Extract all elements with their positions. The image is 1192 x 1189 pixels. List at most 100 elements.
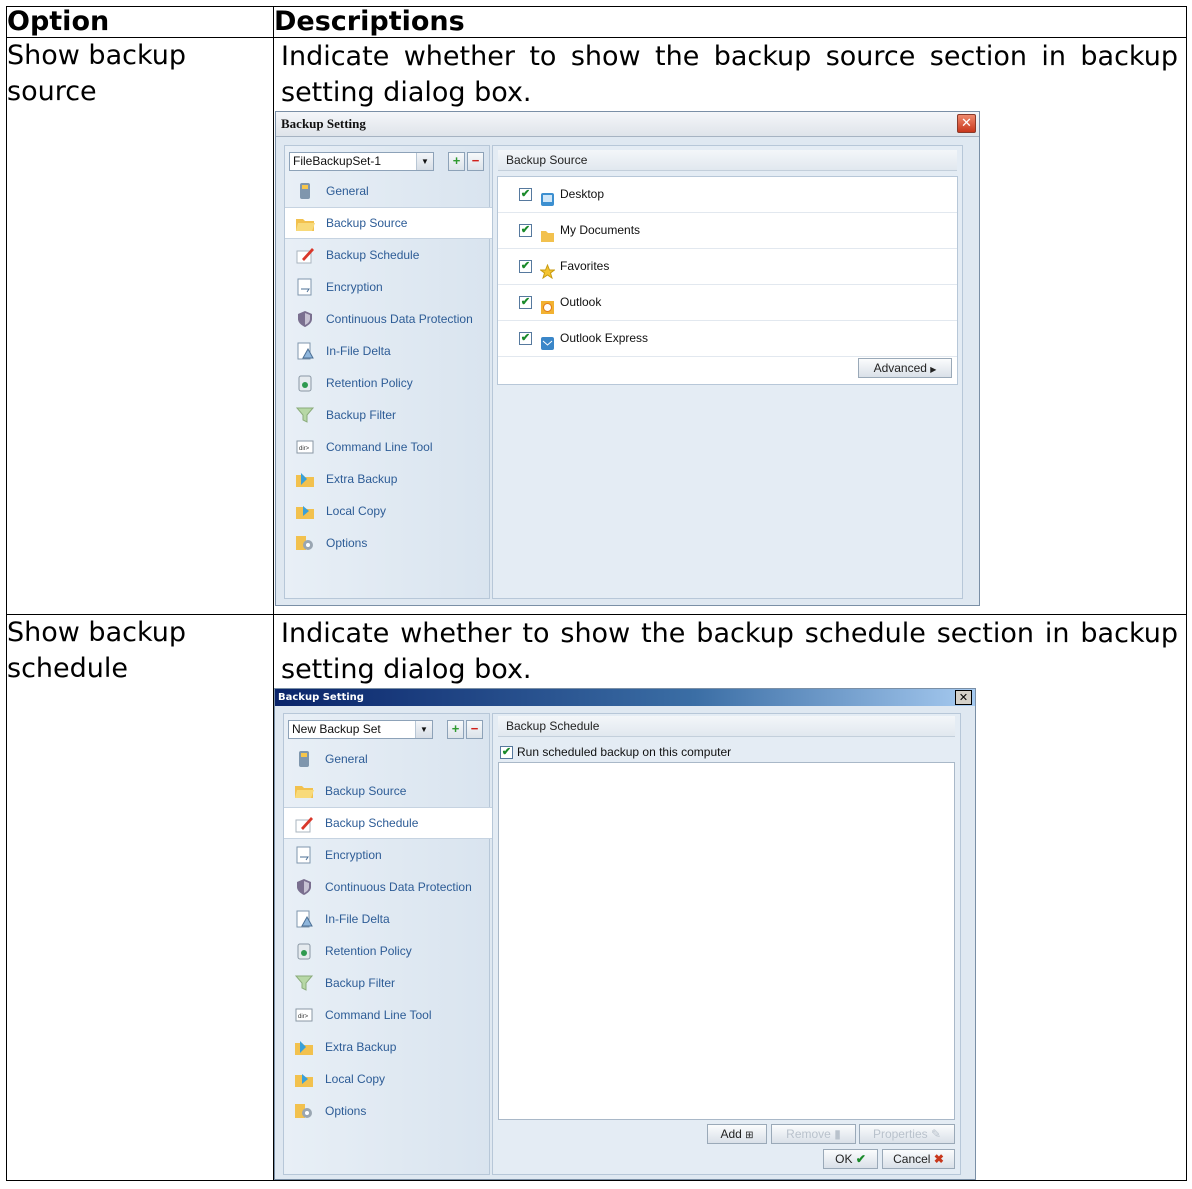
backup-set-select[interactable]: New Backup Set ▼ [288, 720, 433, 739]
sidebar-item-retention-policy[interactable]: Retention Policy [284, 935, 489, 967]
advanced-label: Advanced [873, 361, 927, 375]
backup-setting-dialog: Backup Setting ✕ FileBackupSet-1 ▼ + − Ge… [275, 111, 980, 606]
remove-schedule-button[interactable]: Remove ▮ [771, 1124, 856, 1144]
encryption-icon [295, 277, 315, 297]
source-checkbox[interactable]: ✔ [519, 224, 532, 237]
sidebar-item-backup-filter[interactable]: Backup Filter [285, 399, 489, 431]
sidebar-item-label: Backup Filter [325, 976, 396, 990]
delta-icon [295, 341, 315, 361]
run-scheduled-checkbox[interactable]: ✔ [500, 746, 513, 760]
add-label: Add [720, 1127, 742, 1141]
cancel-button[interactable]: Cancel ✖ [882, 1149, 955, 1169]
add-set-button[interactable]: + [448, 152, 465, 171]
sidebar-item-general[interactable]: General [284, 743, 489, 775]
run-scheduled-label: Run scheduled backup on this computer [517, 745, 732, 759]
sidebar-item-label: Options [325, 1104, 367, 1118]
sidebar-item-backup-source[interactable]: Backup Source [285, 207, 493, 239]
list-item[interactable]: ✔ Outlook [498, 285, 957, 321]
encryption-icon [294, 845, 314, 865]
command-line-icon: dir> [295, 437, 315, 457]
remove-label: Remove [786, 1127, 831, 1141]
sidebar-item-retention-policy[interactable]: Retention Policy [285, 367, 489, 399]
list-item[interactable]: ✔ Outlook Express [498, 321, 957, 357]
sidebar-item-label: In-File Delta [325, 912, 390, 926]
properties-label: Properties [872, 1127, 928, 1141]
sidebar-item-backup-schedule[interactable]: Backup Schedule [285, 239, 489, 271]
backup-set-select[interactable]: FileBackupSet-1 ▼ [289, 152, 434, 171]
sidebar-item-label: General [326, 184, 369, 198]
description-text: Indicate whether to show the backup sour… [281, 41, 1178, 108]
sidebar-item-encryption[interactable]: Encryption [284, 839, 489, 871]
schedule-pencil-icon [295, 245, 315, 265]
source-checkbox[interactable]: ✔ [519, 260, 532, 273]
desktop-icon [540, 186, 555, 206]
backup-set-value: FileBackupSet-1 [293, 154, 382, 168]
outlook-express-icon [540, 330, 555, 350]
sidebar-nav: General Backup Source Backup Schedule Encry… [285, 175, 493, 559]
ok-label: OK [835, 1152, 853, 1166]
sidebar-item-command-line-tool[interactable]: dir> Command Line Tool [284, 999, 489, 1031]
options-table: Option Descriptions Show backup source I… [6, 6, 1187, 1181]
source-label: Desktop [560, 187, 605, 201]
outlook-icon [540, 294, 555, 314]
remove-set-button[interactable]: − [466, 720, 483, 739]
add-schedule-button[interactable]: Add ⊞ [707, 1124, 767, 1144]
sidebar-item-extra-backup[interactable]: Extra Backup [285, 463, 489, 495]
run-scheduled-option[interactable]: ✔ Run scheduled backup on this computer [500, 745, 732, 760]
sidebar-item-options[interactable]: Options [285, 527, 489, 559]
add-icon: ⊞ [745, 1130, 754, 1141]
list-item[interactable]: ✔ My Documents [498, 213, 957, 249]
sidebar-item-backup-source[interactable]: Backup Source [284, 775, 489, 807]
source-label: Outlook [560, 295, 602, 309]
sidebar-item-general[interactable]: General [285, 175, 489, 207]
dialog-title: Backup Setting [276, 112, 979, 137]
sidebar-item-continuous-data-protection[interactable]: Continuous Data Protection [284, 871, 489, 903]
list-item[interactable]: ✔ Desktop [498, 177, 957, 213]
minus-icon: − [471, 153, 480, 168]
close-button[interactable]: ✕ [955, 690, 972, 705]
add-set-button[interactable]: + [447, 720, 464, 739]
sidebar-item-backup-schedule[interactable]: Backup Schedule [284, 807, 493, 839]
properties-button[interactable]: Properties ✎ [859, 1124, 955, 1144]
header-option: Option [6, 6, 274, 38]
source-checkbox[interactable]: ✔ [519, 332, 532, 345]
sidebar-nav: General Backup Source Backup Schedule Encry… [284, 743, 493, 1127]
source-checkbox[interactable]: ✔ [519, 188, 532, 201]
sidebar-item-label: Backup Filter [326, 408, 397, 422]
sidebar-item-label: Extra Backup [325, 1040, 397, 1054]
sidebar-item-options[interactable]: Options [284, 1095, 489, 1127]
description-text: Indicate whether to show the backup sche… [281, 618, 1178, 685]
sidebar-item-backup-filter[interactable]: Backup Filter [284, 967, 489, 999]
sidebar-item-in-file-delta[interactable]: In-File Delta [285, 335, 489, 367]
sidebar-item-in-file-delta[interactable]: In-File Delta [284, 903, 489, 935]
edit-icon: ✎ [930, 1127, 942, 1141]
close-icon: ✕ [961, 116, 972, 131]
local-copy-icon [295, 501, 315, 521]
sidebar-item-label: Encryption [325, 848, 382, 862]
sidebar-item-encryption[interactable]: Encryption [285, 271, 489, 303]
chevron-down-icon: ▼ [416, 153, 433, 170]
advanced-button[interactable]: Advanced ▶ [858, 358, 952, 378]
option-cell: Show backup source [6, 37, 274, 615]
description-cell: Indicate whether to show the backup sche… [273, 614, 1187, 1181]
table-header-row: Option Descriptions [6, 6, 1187, 38]
recycle-bin-icon [295, 373, 315, 393]
close-button[interactable]: ✕ [957, 114, 976, 133]
sidebar-item-continuous-data-protection[interactable]: Continuous Data Protection [285, 303, 489, 335]
sidebar-item-label: Backup Source [325, 784, 407, 798]
source-label: Favorites [560, 259, 610, 273]
extra-backup-icon [294, 1037, 314, 1057]
list-item[interactable]: ✔ Favorites [498, 249, 957, 285]
remove-set-button[interactable]: − [467, 152, 484, 171]
sidebar-item-command-line-tool[interactable]: dir> Command Line Tool [285, 431, 489, 463]
sidebar-item-extra-backup[interactable]: Extra Backup [284, 1031, 489, 1063]
source-checkbox[interactable]: ✔ [519, 296, 532, 309]
schedule-list [498, 762, 955, 1120]
chevron-right-icon: ▶ [930, 365, 937, 374]
option-cell: Show backup schedule [6, 614, 274, 1181]
sidebar-item-local-copy[interactable]: Local Copy [284, 1063, 489, 1095]
ok-button[interactable]: OK ✔ [823, 1149, 878, 1169]
section-title: Backup Schedule [498, 716, 955, 737]
sidebar-item-local-copy[interactable]: Local Copy [285, 495, 489, 527]
table-row: Show backup schedule Indicate whether to… [6, 614, 1187, 1181]
